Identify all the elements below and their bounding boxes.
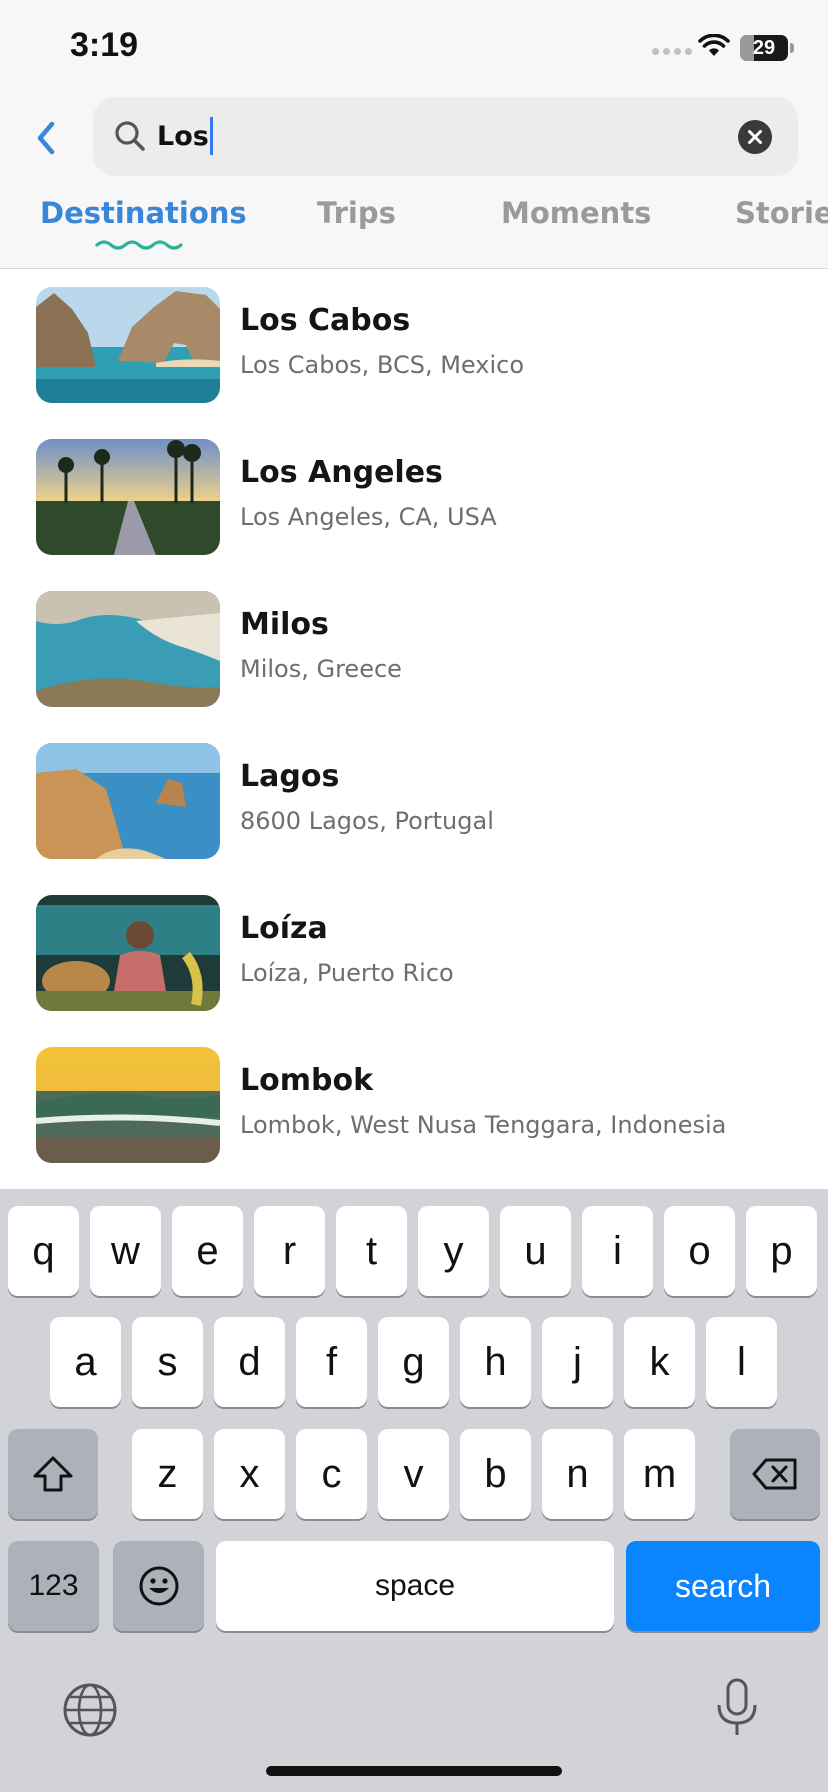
result-title: Milos — [240, 607, 329, 642]
search-icon — [115, 121, 145, 151]
key-p[interactable]: p — [746, 1206, 817, 1296]
thumbnail-los-cabos — [36, 287, 220, 403]
key-o[interactable]: o — [664, 1206, 735, 1296]
result-title: Lagos — [240, 759, 340, 794]
key-e[interactable]: e — [172, 1206, 243, 1296]
result-item-milos[interactable]: Milos Milos, Greece — [0, 573, 828, 725]
key-r[interactable]: r — [254, 1206, 325, 1296]
key-h[interactable]: h — [460, 1317, 531, 1407]
search-field[interactable]: Los — [93, 97, 798, 176]
search-query: Los — [157, 121, 209, 152]
tab-stories[interactable]: Storie — [735, 196, 828, 230]
key-g[interactable]: g — [378, 1317, 449, 1407]
active-tab-indicator — [95, 240, 183, 250]
text-caret — [209, 116, 213, 155]
numbers-key[interactable]: 123 — [8, 1541, 99, 1631]
key-s[interactable]: s — [132, 1317, 203, 1407]
key-i[interactable]: i — [582, 1206, 653, 1296]
home-indicator — [266, 1766, 562, 1776]
thumbnail-lombok — [36, 1047, 220, 1163]
back-button[interactable] — [30, 118, 64, 158]
result-item-loiza[interactable]: Loíza Loíza, Puerto Rico — [0, 877, 828, 1029]
key-q[interactable]: q — [8, 1206, 79, 1296]
result-title: Los Angeles — [240, 455, 443, 490]
key-v[interactable]: v — [378, 1429, 449, 1519]
cellular-signal-icon — [652, 48, 692, 55]
key-t[interactable]: t — [336, 1206, 407, 1296]
key-d[interactable]: d — [214, 1317, 285, 1407]
emoji-icon — [139, 1566, 178, 1606]
result-item-los-cabos[interactable]: Los Cabos Los Cabos, BCS, Mexico — [0, 269, 828, 421]
shift-icon — [33, 1456, 73, 1492]
key-z[interactable]: z — [132, 1429, 203, 1519]
thumbnail-los-angeles — [36, 439, 220, 555]
key-k[interactable]: k — [624, 1317, 695, 1407]
result-subtitle: Loíza, Puerto Rico — [240, 959, 454, 987]
search-key[interactable]: search — [626, 1541, 820, 1631]
battery-percent: 29 — [752, 37, 776, 59]
clear-search-button[interactable] — [738, 120, 772, 154]
key-j[interactable]: j — [542, 1317, 613, 1407]
result-item-lagos[interactable]: Lagos 8600 Lagos, Portugal — [0, 725, 828, 877]
thumbnail-milos — [36, 591, 220, 707]
key-m[interactable]: m — [624, 1429, 695, 1519]
key-b[interactable]: b — [460, 1429, 531, 1519]
key-n[interactable]: n — [542, 1429, 613, 1519]
tab-trips[interactable]: Trips — [317, 196, 396, 230]
key-y[interactable]: y — [418, 1206, 489, 1296]
result-subtitle: Milos, Greece — [240, 655, 402, 683]
result-title: Loíza — [240, 911, 328, 946]
search-input[interactable]: Los — [157, 97, 213, 176]
result-subtitle: Lombok, West Nusa Tenggara, Indonesia — [240, 1111, 727, 1139]
result-title: Los Cabos — [240, 303, 411, 338]
wifi-icon — [698, 34, 730, 56]
close-icon — [748, 130, 762, 144]
microphone-icon[interactable] — [714, 1677, 760, 1739]
key-w[interactable]: w — [90, 1206, 161, 1296]
emoji-key[interactable] — [113, 1541, 204, 1631]
top-area: 3:19 29 Los Destinations Trips Moments S… — [0, 0, 828, 268]
globe-icon[interactable] — [62, 1682, 118, 1738]
result-item-lombok[interactable]: Lombok Lombok, West Nusa Tenggara, Indon… — [0, 1029, 828, 1181]
status-time: 3:19 — [70, 26, 139, 64]
battery-cap — [790, 43, 794, 53]
tab-moments[interactable]: Moments — [501, 196, 651, 230]
backspace-key[interactable] — [730, 1429, 820, 1519]
key-c[interactable]: c — [296, 1429, 367, 1519]
battery-icon: 29 — [740, 35, 788, 61]
key-f[interactable]: f — [296, 1317, 367, 1407]
tab-destinations[interactable]: Destinations — [40, 196, 247, 230]
key-x[interactable]: x — [214, 1429, 285, 1519]
thumbnail-loiza — [36, 895, 220, 1011]
key-u[interactable]: u — [500, 1206, 571, 1296]
space-key[interactable]: space — [216, 1541, 614, 1631]
result-subtitle: Los Angeles, CA, USA — [240, 503, 497, 531]
key-l[interactable]: l — [706, 1317, 777, 1407]
shift-key[interactable] — [8, 1429, 98, 1519]
key-a[interactable]: a — [50, 1317, 121, 1407]
on-screen-keyboard: q w e r t y u i o p a s d f g h j k l z … — [0, 1189, 828, 1792]
tab-bar: Destinations Trips Moments Storie — [0, 196, 828, 268]
backspace-icon — [752, 1458, 797, 1490]
result-subtitle: Los Cabos, BCS, Mexico — [240, 351, 525, 379]
result-item-los-angeles[interactable]: Los Angeles Los Angeles, CA, USA — [0, 421, 828, 573]
thumbnail-lagos — [36, 743, 220, 859]
result-title: Lombok — [240, 1063, 374, 1098]
result-subtitle: 8600 Lagos, Portugal — [240, 807, 494, 835]
